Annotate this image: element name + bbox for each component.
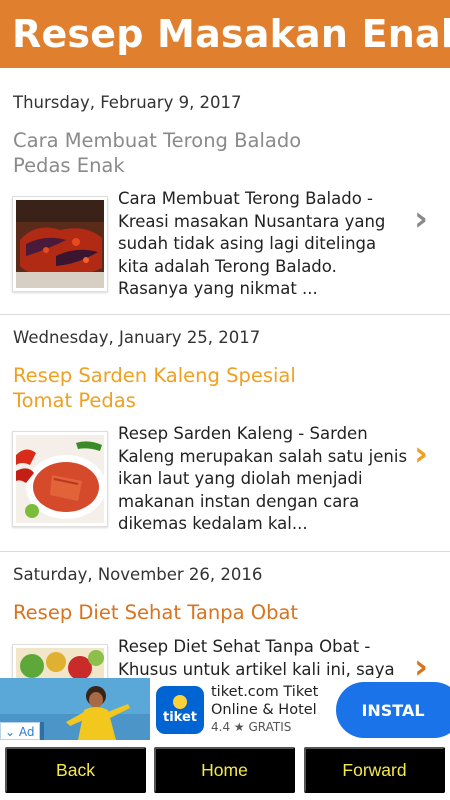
post-list[interactable]: Thursday, February 9, 2017 Cara Membuat … bbox=[0, 68, 450, 678]
chevron-down-icon: ⌄ bbox=[5, 725, 16, 739]
app-title: Resep Masakan Enak bbox=[12, 12, 450, 56]
home-button[interactable]: Home bbox=[154, 747, 295, 793]
ad-banner[interactable]: ⌄ Ad tiket tiket.com Tiket Online & Hote… bbox=[0, 678, 450, 740]
logo-dot bbox=[173, 695, 187, 709]
chevron-right-icon[interactable]: › bbox=[414, 437, 428, 471]
post-item-1[interactable]: Thursday, February 9, 2017 Cara Membuat … bbox=[0, 68, 450, 315]
post-title-link[interactable]: Resep Sarden Kaleng Spesial Tomat Pedas bbox=[13, 363, 313, 413]
chevron-right-icon[interactable]: › bbox=[414, 202, 428, 236]
ad-app-name[interactable]: tiket.com Tiket Online & Hotel bbox=[211, 683, 331, 719]
ad-label-text: Ad bbox=[18, 725, 35, 739]
post-thumbnail[interactable] bbox=[12, 431, 108, 527]
forward-button[interactable]: Forward bbox=[304, 747, 445, 793]
post-excerpt: Resep Sarden Kaleng - Sarden Kaleng meru… bbox=[118, 424, 408, 533]
ad-rating: 4.4 ★ GRATIS bbox=[211, 720, 292, 734]
bottom-nav: Back Home Forward bbox=[0, 740, 450, 800]
chevron-right-icon[interactable]: › bbox=[414, 650, 428, 678]
post-item-3[interactable]: Saturday, November 26, 2016 Resep Diet S… bbox=[0, 552, 450, 678]
sarden-image bbox=[16, 435, 104, 523]
post-date: Wednesday, January 25, 2017 bbox=[13, 328, 261, 347]
post-thumbnail[interactable] bbox=[12, 644, 108, 678]
post-item-2[interactable]: Wednesday, January 25, 2017 Resep Sarden… bbox=[0, 315, 450, 552]
install-button[interactable]: INSTAL bbox=[336, 682, 450, 738]
post-date: Thursday, February 9, 2017 bbox=[13, 93, 242, 112]
ad-label[interactable]: ⌄ Ad bbox=[0, 722, 40, 740]
logo-text: tiket bbox=[163, 710, 197, 725]
diet-food-image bbox=[16, 648, 104, 678]
post-excerpt: Resep Diet Sehat Tanpa Obat - Khusus unt… bbox=[118, 637, 395, 678]
post-title-link[interactable]: Cara Membuat Terong Balado Pedas Enak bbox=[13, 128, 313, 178]
terong-balado-image bbox=[16, 200, 104, 288]
back-button[interactable]: Back bbox=[5, 747, 146, 793]
app-header: Resep Masakan Enak bbox=[0, 0, 450, 68]
tiket-logo-icon[interactable]: tiket bbox=[156, 686, 204, 734]
post-excerpt: Cara Membuat Terong Balado - Kreasi masa… bbox=[118, 189, 386, 298]
post-thumbnail[interactable] bbox=[12, 196, 108, 292]
post-date: Saturday, November 26, 2016 bbox=[13, 565, 263, 584]
post-title-link[interactable]: Resep Diet Sehat Tanpa Obat bbox=[13, 600, 313, 625]
